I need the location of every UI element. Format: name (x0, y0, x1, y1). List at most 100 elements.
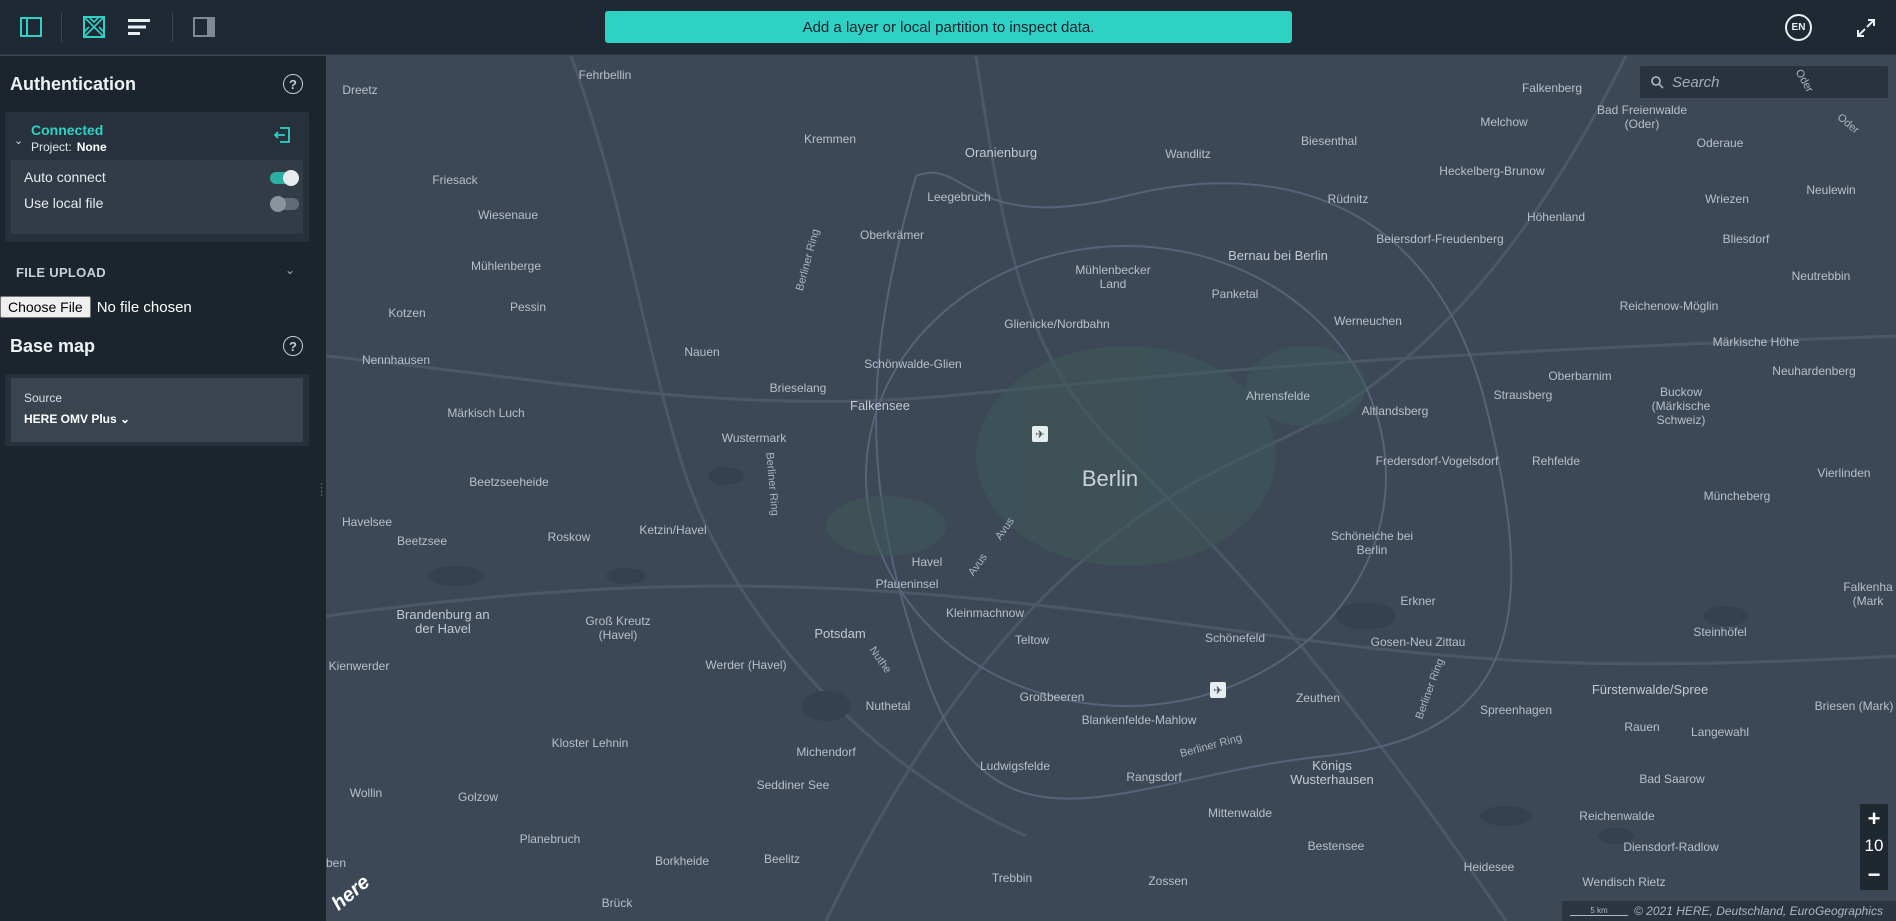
map-label: Neuhardenberg (1772, 364, 1856, 378)
map-label: Groß Kreutz (Havel) (585, 614, 651, 642)
connection-status: Connected (31, 122, 104, 138)
map-label: Kleinmachnow (945, 606, 1025, 620)
fullscreen-icon[interactable] (1852, 14, 1880, 42)
map-label: Biesenthal (1300, 134, 1358, 148)
map-label: Bad Saarow (1639, 772, 1705, 786)
source-value: HERE OMV Plus (24, 412, 117, 426)
map-label: Bestensee (1307, 839, 1365, 853)
map-label: Panketal (1211, 287, 1259, 301)
map-label: Pessin (509, 300, 547, 314)
map-label: Neulewin (1806, 183, 1856, 197)
map-label: Wriezen (1705, 192, 1749, 206)
airport-icon: ✈ (1210, 682, 1226, 698)
file-status: No file chosen (96, 298, 192, 316)
airport-icon: ✈ (1032, 426, 1048, 442)
map-label: Borkheide (654, 854, 710, 868)
map-label: Nennhausen (361, 353, 431, 367)
map-label: Wustermark (721, 431, 787, 445)
auto-connect-toggle[interactable] (270, 170, 299, 186)
map-label: Oranienburg (964, 145, 1038, 160)
choose-file-button[interactable]: Choose File (0, 296, 91, 318)
map-label: Oderaue (1696, 136, 1744, 150)
map-label: Falkensee (850, 398, 910, 413)
map-label: Oberbarnim (1548, 369, 1612, 383)
scale-bar: 5 km (1570, 906, 1628, 916)
sidebar: Authentication ? ⌄ Connected Project: Non… (0, 56, 327, 921)
authentication-help-icon[interactable]: ? (283, 74, 303, 94)
chevron-down-icon[interactable]: ⌄ (285, 263, 295, 277)
zoom-in-button[interactable]: + (1860, 806, 1888, 832)
project-value: None (76, 140, 107, 154)
sidebar-toggle-icon[interactable] (17, 13, 45, 41)
map-label: Mühlenberge (470, 259, 542, 273)
search-icon (1651, 76, 1664, 89)
project-label: Project: (31, 140, 72, 154)
map-label: Havelsee (341, 515, 393, 529)
zoom-out-button[interactable]: − (1860, 862, 1888, 888)
map-label: Trebbin (991, 871, 1033, 885)
text-lines-icon[interactable] (125, 13, 153, 41)
map-label: Heckelberg-Brunow (1439, 164, 1545, 178)
map-label: Kotzen (388, 306, 426, 320)
file-upload-heading[interactable]: FILE UPLOAD (16, 265, 106, 280)
map-label: Glienicke/Nordbahn (1004, 317, 1110, 331)
map-label: Rauen (1624, 720, 1660, 734)
map-label: Schönwalde-Glien (864, 357, 962, 371)
map-label: Beetzseeheide (469, 475, 549, 489)
toolbar-divider (61, 12, 62, 42)
map-label: Kienwerder (328, 659, 390, 673)
map-label: Falkenberg (1521, 81, 1583, 95)
use-local-file-label: Use local file (24, 195, 104, 211)
search-input[interactable]: Search (1672, 74, 1720, 91)
map-label: Werneuchen (1334, 314, 1402, 328)
source-label: Source (24, 391, 63, 405)
file-input[interactable]: Choose File No file chosen (0, 296, 192, 318)
map-label: Ketzin/Havel (639, 523, 707, 537)
map-label: Bad Freienwalde (Oder) (1596, 103, 1688, 131)
use-local-file-toggle[interactable] (270, 196, 299, 212)
map-label: Langewahl (1690, 725, 1750, 739)
map-label: Erkner (1400, 594, 1436, 608)
map-label: Strausberg (1493, 388, 1553, 402)
zoom-level: 10 (1864, 836, 1884, 855)
map-label: Kloster Lehnin (551, 736, 629, 750)
chevron-down-icon[interactable]: ⌄ (14, 134, 23, 147)
map-label: Ahrensfelde (1245, 389, 1311, 403)
map-label: Brandenburg an der Havel (396, 607, 490, 636)
map-label: Wiesenaue (477, 208, 539, 222)
map-attribution: 5 km © 2021 HERE, Deutschland, EuroGeogr… (1562, 901, 1896, 921)
map-label: Vierlinden (1817, 466, 1871, 480)
source-selector[interactable]: Source HERE OMV Plus ⌄ (11, 378, 303, 442)
base-map-card: Source HERE OMV Plus ⌄ (5, 374, 309, 446)
right-panel-toggle-icon[interactable] (190, 13, 218, 41)
map-view[interactable]: Search Berlin Potsdam Dreetz Fehrbellin … (326, 56, 1896, 921)
map-label: Mühlenbecker Land (1075, 263, 1151, 291)
authentication-heading: Authentication (10, 74, 136, 94)
map-label: Planebruch (519, 832, 581, 846)
language-button[interactable]: EN (1785, 14, 1812, 41)
map-label: Beetzsee (396, 534, 448, 548)
map-label: Werder (Havel) (705, 658, 787, 672)
source-dropdown[interactable]: HERE OMV Plus ⌄ (24, 412, 130, 426)
resize-handle-icon[interactable]: ⋮ ⋮ (316, 483, 327, 502)
map-label: Nauen (684, 345, 720, 359)
map-layer-icon[interactable] (80, 13, 108, 41)
base-map-help-icon[interactable]: ? (283, 336, 303, 356)
map-label: Seddiner See (756, 778, 830, 792)
copyright-text[interactable]: © 2021 HERE, Deutschland, EuroGeographic… (1634, 904, 1883, 918)
map-label: Höhenland (1526, 210, 1586, 224)
map-label: Mittenwalde (1207, 806, 1273, 820)
map-label: Leegebruch (927, 190, 991, 204)
map-label: Zeuthen (1295, 691, 1341, 705)
logout-icon[interactable] (273, 126, 294, 146)
notice-banner: Add a layer or local partition to inspec… (605, 11, 1292, 43)
map-label: Reichenwalde (1579, 809, 1655, 823)
toolbar-divider (172, 12, 173, 42)
map-label: Heidesee (1463, 860, 1515, 874)
auto-connect-label: Auto connect (24, 169, 106, 185)
map-label: Gosen-Neu Zittau (1370, 635, 1466, 649)
search-box[interactable]: Search (1640, 66, 1888, 98)
map-label: Fredersdorf-Vogelsdorf (1375, 454, 1499, 468)
map-label: ben (326, 856, 347, 870)
base-map-heading: Base map (10, 336, 96, 356)
